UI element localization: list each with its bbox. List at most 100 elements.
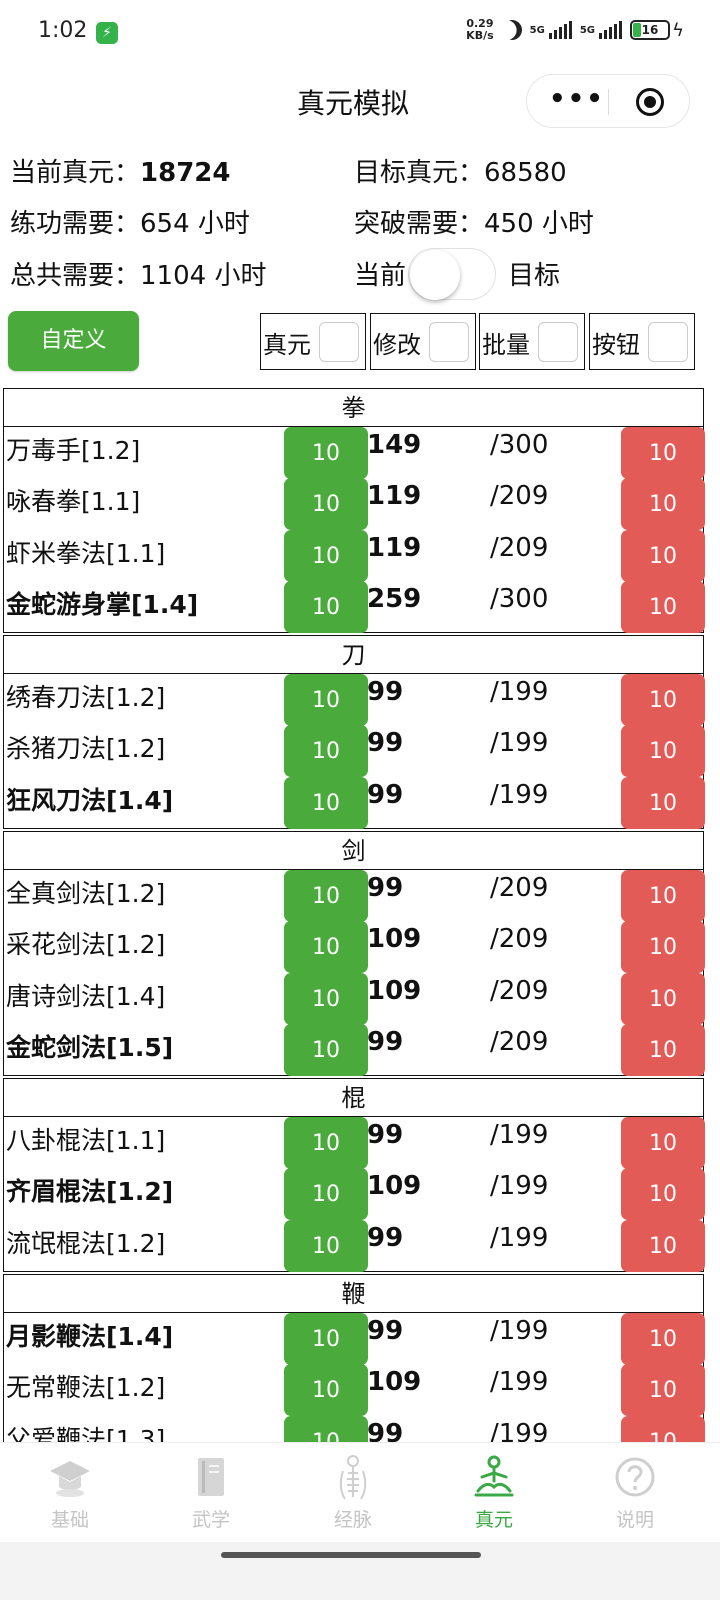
- decrease-button[interactable]: 10: [284, 1364, 368, 1417]
- decrease-button[interactable]: 10: [284, 1415, 368, 1442]
- increase-button[interactable]: 10: [621, 1313, 705, 1365]
- max-value: /199: [490, 1418, 549, 1442]
- decrease-button[interactable]: 10: [284, 1023, 368, 1076]
- decrease-button[interactable]: 10: [284, 776, 368, 829]
- tab-1[interactable]: 武学: [161, 1453, 261, 1532]
- skill-row: 无常鞭法[1.2] 10 109/199 10: [4, 1364, 705, 1417]
- increase-button[interactable]: 10: [621, 972, 705, 1025]
- signal-icon-2: [599, 21, 622, 39]
- skill-name: 狂风刀法[1.4]: [6, 785, 174, 815]
- increase-button[interactable]: 10: [621, 529, 705, 582]
- increase-button[interactable]: 10: [621, 1415, 705, 1442]
- option-checkbox[interactable]: [538, 322, 578, 362]
- increase-button[interactable]: 10: [621, 1364, 705, 1417]
- decrease-button[interactable]: 10: [284, 972, 368, 1025]
- meridian-body-icon: [303, 1453, 403, 1501]
- tab-label: 说明: [615, 1509, 654, 1531]
- decrease-button[interactable]: 10: [284, 580, 368, 633]
- decrease-button[interactable]: 10: [284, 427, 368, 479]
- increase-button[interactable]: 10: [621, 1219, 705, 1272]
- current-value: 119: [367, 481, 422, 512]
- skill-list[interactable]: 拳万毒手[1.2] 10 149/300 10 咏春拳[1.1] 10 119/209 10 虾…: [0, 386, 720, 1442]
- option-checkbox[interactable]: [319, 322, 359, 362]
- more-icon[interactable]: •••: [549, 86, 605, 112]
- increase-button[interactable]: 10: [621, 478, 705, 531]
- do-not-disturb-icon: [499, 17, 525, 43]
- decrease-button[interactable]: 10: [284, 1117, 368, 1169]
- current-value: 99: [367, 779, 404, 810]
- section-title: 剑: [4, 832, 703, 870]
- max-value: /209: [490, 1026, 549, 1057]
- max-value: /199: [490, 677, 549, 707]
- increase-button[interactable]: 10: [621, 580, 705, 633]
- custom-button[interactable]: 自定义: [8, 311, 139, 371]
- target-zhenyuan: 目标真元：68580: [354, 158, 567, 188]
- increase-button[interactable]: 10: [621, 921, 705, 974]
- skill-row: 咏春拳[1.1] 10 119/209 10: [4, 478, 705, 531]
- option-label: 批量: [482, 331, 530, 359]
- skill-row: 全真剑法[1.2] 10 99/209 10: [4, 870, 705, 922]
- decrease-button[interactable]: 10: [284, 1168, 368, 1221]
- option-0[interactable]: 真元: [260, 313, 366, 370]
- max-value: /199: [490, 1222, 549, 1253]
- current-zhenyuan: 当前真元：18724: [10, 158, 231, 188]
- current-value: 149: [367, 430, 422, 460]
- skill-row: 采花剑法[1.2] 10 109/209 10: [4, 921, 705, 974]
- max-value: /300: [490, 583, 549, 614]
- increase-button[interactable]: 10: [621, 1023, 705, 1076]
- increase-button[interactable]: 10: [621, 1117, 705, 1169]
- battery-icon: 16: [630, 20, 670, 40]
- decrease-button[interactable]: 10: [284, 529, 368, 582]
- skill-row: 金蛇游身掌[1.4] 10 259/300 10: [4, 580, 705, 633]
- current-value: 99: [367, 1026, 404, 1057]
- decrease-button[interactable]: 10: [284, 725, 368, 778]
- decrease-button[interactable]: 10: [284, 870, 368, 922]
- tab-0[interactable]: 基础: [20, 1453, 120, 1532]
- current-target-switch[interactable]: [408, 248, 496, 300]
- home-indicator[interactable]: [221, 1552, 481, 1558]
- max-value: /199: [490, 1316, 549, 1346]
- close-target-icon[interactable]: [636, 88, 664, 116]
- charging-bolt-icon: ϟ: [672, 20, 684, 41]
- decrease-button[interactable]: 10: [284, 1219, 368, 1272]
- decrease-button[interactable]: 10: [284, 478, 368, 531]
- decrease-button[interactable]: 10: [284, 921, 368, 974]
- increase-button[interactable]: 10: [621, 1168, 705, 1221]
- skill-row: 万毒手[1.2] 10 149/300 10: [4, 427, 705, 479]
- option-2[interactable]: 批量: [479, 313, 585, 370]
- skill-name: 父爱鞭法[1.3]: [6, 1424, 166, 1442]
- status-bar: 1:02 ⚡ 0.29 KB/s 5G 5G 16 ϟ: [0, 0, 720, 66]
- max-value: /199: [490, 1367, 549, 1398]
- option-checkbox[interactable]: [648, 322, 688, 362]
- current-value: 109: [367, 924, 422, 955]
- skill-row: 杀猪刀法[1.2] 10 99/199 10: [4, 725, 705, 778]
- tab-2[interactable]: 经脉: [303, 1453, 403, 1532]
- increase-button[interactable]: 10: [621, 674, 705, 726]
- tab-4[interactable]: 说明: [585, 1453, 685, 1532]
- skill-section: 拳万毒手[1.2] 10 149/300 10 咏春拳[1.1] 10 119/209 10 虾…: [3, 388, 705, 634]
- toggle-left-label: 当前: [354, 261, 407, 291]
- option-checkbox[interactable]: [429, 322, 469, 362]
- skill-name: 万毒手[1.2]: [6, 436, 141, 465]
- help-icon: [585, 1453, 685, 1501]
- increase-button[interactable]: 10: [621, 870, 705, 922]
- skill-name: 流氓棍法[1.2]: [6, 1228, 166, 1258]
- skill-row: 月影鞭法[1.4] 10 99/199 10: [4, 1313, 705, 1365]
- max-value: /199: [490, 1171, 549, 1202]
- tab-label: 基础: [50, 1509, 89, 1531]
- option-3[interactable]: 按钮: [589, 313, 695, 370]
- increase-button[interactable]: 10: [621, 725, 705, 778]
- decrease-button[interactable]: 10: [284, 674, 368, 726]
- skill-name: 金蛇游身掌[1.4]: [6, 589, 199, 619]
- skill-name: 绣春刀法[1.2]: [6, 683, 166, 712]
- decrease-button[interactable]: 10: [284, 1313, 368, 1365]
- skill-row: 八卦棍法[1.1] 10 99/199 10: [4, 1117, 705, 1169]
- increase-button[interactable]: 10: [621, 776, 705, 829]
- increase-button[interactable]: 10: [621, 427, 705, 479]
- capsule-divider: [608, 89, 609, 115]
- option-1[interactable]: 修改: [370, 313, 476, 370]
- status-time: 1:02: [38, 18, 88, 43]
- tab-3[interactable]: 真元: [444, 1453, 544, 1532]
- graduation-cap-icon: [20, 1453, 120, 1501]
- max-value: /209: [490, 975, 549, 1006]
